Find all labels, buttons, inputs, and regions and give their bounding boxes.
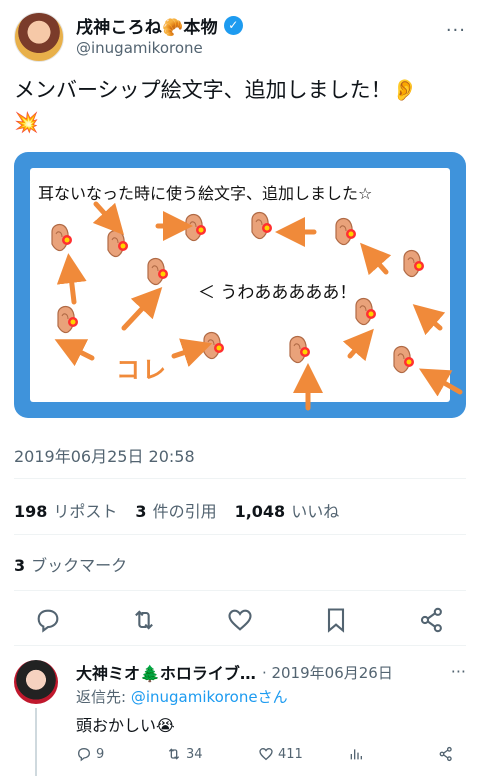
reply-tweet[interactable]: 大神ミオ🌲ホロライブ… · 2019年06月26日 ··· 返信先: @inug… [0, 646, 480, 776]
tweet-line-2: 💥 [14, 110, 39, 134]
share-icon [439, 746, 452, 762]
reply-to-suffix: さん [257, 688, 288, 706]
reply-header: 大神ミオ🌲ホロライブ… · 2019年06月26日 [76, 660, 393, 684]
tweet-stats: 198 リポスト 3 件の引用 1,048 いいね [14, 498, 339, 522]
reply-date[interactable]: · 2019年06月26日 [262, 662, 393, 683]
reply-share[interactable] [438, 746, 454, 762]
tweet-action-bar [0, 600, 480, 640]
author-handle[interactable]: @inugamikorone [76, 39, 203, 57]
bookmarks-label: ブックマーク [31, 556, 128, 575]
share-icon[interactable] [417, 606, 447, 634]
reply-icon [77, 747, 91, 762]
reply-replies-count: 9 [96, 746, 105, 762]
quotes-label: 件の引用 [152, 502, 217, 521]
media-illustration [51, 201, 463, 411]
reply-reposts-count: 34 [186, 746, 203, 762]
reply-avatar[interactable] [14, 660, 58, 704]
ear-icons [51, 211, 425, 374]
divider [14, 590, 466, 591]
more-icon[interactable]: ··· [446, 20, 466, 41]
reply-to: 返信先: @inugamikoroneさん [76, 686, 288, 707]
verified-icon: ✓ [223, 15, 243, 35]
views-icon [350, 749, 362, 760]
divider [14, 534, 466, 535]
repost-icon [168, 748, 180, 760]
reply-reposts[interactable]: 34 [166, 746, 203, 762]
reposts-count: 198 [14, 502, 48, 521]
reply-to-handle[interactable]: @inugamikorone [131, 688, 258, 706]
author-name-row[interactable]: 戌神ころね🥐本物 ✓ [76, 13, 243, 38]
tweet-text: メンバーシップ絵文字、追加しました！👂 💥 [14, 74, 466, 138]
reply-likes[interactable]: 411 [258, 746, 303, 762]
reply-likes-count: 411 [278, 746, 303, 762]
tweet-line-1: メンバーシップ絵文字、追加しました！👂 [14, 78, 418, 102]
tweet-media[interactable]: 耳ないなった時に使う絵文字、追加しました☆ ＜ うわあああああ！ コレ [14, 152, 466, 418]
thread-line [35, 708, 37, 776]
bookmarks-stat[interactable]: 3 ブックマーク [14, 552, 127, 576]
quotes-stat[interactable]: 3 件の引用 [135, 498, 216, 522]
tweet-header: 戌神ころね🥐本物 ✓ @inugamikorone ··· [0, 0, 480, 72]
author-avatar[interactable] [14, 12, 64, 62]
reposts-label: リポスト [53, 502, 118, 521]
reply-action-bar: 9 34 411 [76, 746, 466, 770]
reply-to-prefix: 返信先: [76, 688, 131, 706]
likes-count: 1,048 [234, 502, 286, 521]
reply-author-name[interactable]: 大神ミオ🌲ホロライブ… [76, 660, 256, 684]
divider [14, 478, 466, 479]
bookmarks-count: 3 [14, 556, 26, 575]
reposts-stat[interactable]: 198 リポスト [14, 498, 117, 522]
reply-replies[interactable]: 9 [76, 746, 104, 762]
repost-icon[interactable] [129, 606, 159, 634]
likes-label: いいね [291, 502, 340, 521]
quotes-count: 3 [135, 502, 147, 521]
reply-icon[interactable] [33, 606, 63, 634]
reply-views[interactable] [348, 746, 364, 762]
likes-stat[interactable]: 1,048 いいね [235, 498, 340, 522]
bookmark-icon[interactable] [321, 606, 351, 634]
reply-text: 頭おかしい😭 [76, 716, 175, 735]
tweet-timestamp[interactable]: 2019年06月25日 20:58 [14, 443, 195, 467]
like-icon [259, 747, 273, 761]
like-icon[interactable] [225, 606, 255, 634]
more-icon[interactable]: ··· [451, 662, 466, 681]
author-name[interactable]: 戌神ころね🥐本物 [76, 13, 218, 38]
